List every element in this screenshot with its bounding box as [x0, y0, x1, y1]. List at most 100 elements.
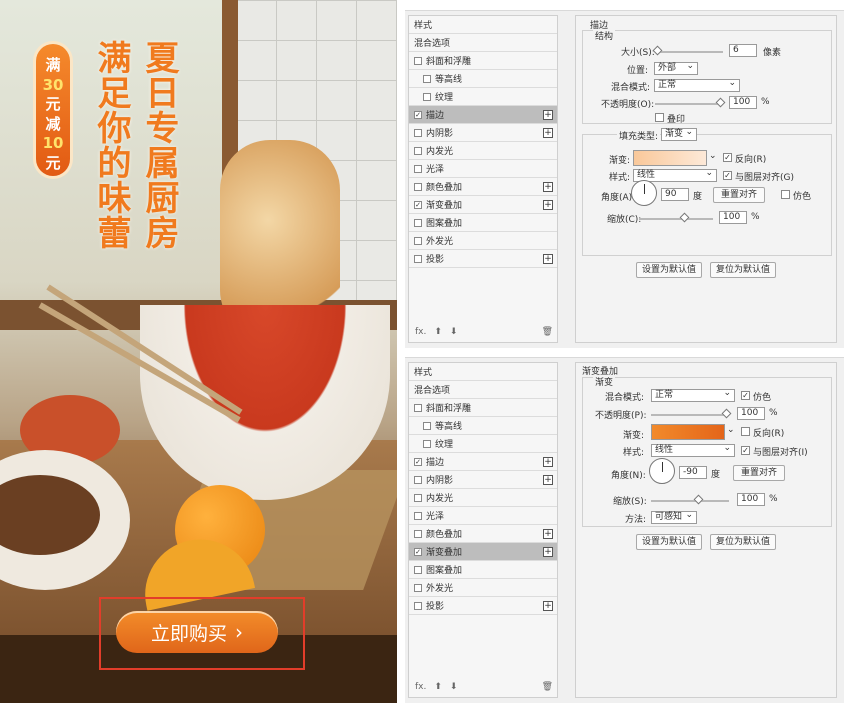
style-item[interactable]: 外发光 [409, 579, 557, 597]
style-item[interactable]: 图案叠加 [409, 214, 557, 232]
size-input[interactable]: 6 [729, 44, 757, 57]
opacity-input[interactable]: 100 [729, 96, 757, 109]
style-checkbox[interactable] [414, 511, 422, 520]
reset-align-button[interactable]: 重置对齐 [713, 187, 765, 203]
style-checkbox[interactable] [414, 128, 422, 137]
add-icon[interactable]: + [543, 601, 553, 611]
opacity-slider[interactable] [655, 97, 726, 108]
style-item[interactable]: 等高线 [409, 417, 557, 435]
fill-type-select[interactable]: 渐变 [661, 127, 697, 141]
style-item[interactable]: ✓ 描边 + [409, 106, 557, 124]
style-checkbox[interactable] [423, 74, 431, 83]
style-item[interactable]: ✓ 渐变叠加 + [409, 196, 557, 214]
style-checkbox[interactable] [414, 236, 422, 245]
move-up-icon[interactable]: ⬆ [434, 682, 442, 692]
style-checkbox[interactable] [414, 56, 422, 65]
add-icon[interactable]: + [543, 110, 553, 120]
add-icon[interactable]: + [543, 547, 553, 557]
style-item[interactable]: 样式 [409, 363, 557, 381]
reverse-checkbox[interactable]: ✓ [723, 153, 732, 162]
style-checkbox[interactable] [414, 182, 422, 191]
style-checkbox[interactable] [414, 601, 422, 610]
style-item[interactable]: 投影 + [409, 250, 557, 268]
style-checkbox[interactable] [414, 475, 422, 484]
add-icon[interactable]: + [543, 254, 553, 264]
gradient-swatch[interactable] [651, 424, 725, 440]
scale-slider[interactable] [639, 212, 713, 223]
add-icon[interactable]: + [543, 529, 553, 539]
style-checkbox[interactable] [423, 92, 431, 101]
reset-default-button[interactable]: 复位为默认值 [710, 534, 776, 550]
size-slider[interactable] [652, 45, 723, 56]
style-item[interactable]: 斜面和浮雕 [409, 52, 557, 70]
chevron-down-icon[interactable]: ⌄ [709, 151, 717, 161]
method-select[interactable]: 可感知 [651, 510, 697, 524]
angle-input[interactable]: 90 [661, 188, 689, 201]
style-item[interactable]: 颜色叠加 + [409, 178, 557, 196]
style-item[interactable]: 等高线 [409, 70, 557, 88]
opacity-input[interactable]: 100 [737, 407, 765, 420]
style-item[interactable]: 内阴影 + [409, 124, 557, 142]
style-checkbox[interactable] [414, 529, 422, 538]
dither-checkbox[interactable] [781, 190, 790, 199]
move-down-icon[interactable]: ⬇ [450, 682, 458, 692]
move-down-icon[interactable]: ⬇ [450, 327, 458, 337]
chevron-down-icon[interactable]: ⌄ [727, 425, 735, 435]
style-item[interactable]: 纹理 [409, 435, 557, 453]
style-item[interactable]: 纹理 [409, 88, 557, 106]
add-icon[interactable]: + [543, 200, 553, 210]
add-icon[interactable]: + [543, 182, 553, 192]
make-default-button[interactable]: 设置为默认值 [636, 262, 702, 278]
style-select[interactable]: 线性 [651, 443, 735, 457]
reset-default-button[interactable]: 复位为默认值 [710, 262, 776, 278]
blend-mode-select[interactable]: 正常 [651, 388, 735, 402]
style-item[interactable]: ✓ 渐变叠加 + [409, 543, 557, 561]
style-item[interactable]: 光泽 [409, 160, 557, 178]
style-item[interactable]: 内阴影 + [409, 471, 557, 489]
style-checkbox[interactable] [414, 146, 422, 155]
gradient-swatch[interactable] [633, 150, 707, 166]
style-item[interactable]: 混合选项 [409, 381, 557, 399]
blend-mode-select[interactable]: 正常 [654, 78, 740, 92]
trash-icon[interactable]: 🗑 [542, 682, 553, 692]
scale-slider[interactable] [651, 494, 729, 505]
style-checkbox[interactable] [414, 583, 422, 592]
style-checkbox[interactable] [423, 421, 431, 430]
style-checkbox[interactable] [423, 439, 431, 448]
add-icon[interactable]: + [543, 457, 553, 467]
dither-checkbox[interactable]: ✓ [741, 391, 750, 400]
style-item[interactable]: 样式 [409, 16, 557, 34]
style-checkbox[interactable] [414, 218, 422, 227]
style-item[interactable]: 内发光 [409, 142, 557, 160]
align-with-layer-checkbox[interactable]: ✓ [741, 446, 750, 455]
angle-dial[interactable] [649, 458, 675, 484]
style-item[interactable]: 图案叠加 [409, 561, 557, 579]
fx-icon[interactable]: fx. [415, 682, 426, 692]
angle-input[interactable]: -90 [679, 466, 707, 479]
reset-align-button[interactable]: 重置对齐 [733, 465, 785, 481]
angle-dial[interactable] [631, 180, 657, 206]
style-checkbox[interactable] [414, 403, 422, 412]
opacity-slider[interactable] [651, 408, 732, 419]
style-item[interactable]: 外发光 [409, 232, 557, 250]
scale-input[interactable]: 100 [737, 493, 765, 506]
scale-input[interactable]: 100 [719, 211, 747, 224]
style-checkbox[interactable]: ✓ [414, 110, 422, 119]
overprint-checkbox[interactable] [655, 113, 664, 122]
style-item[interactable]: 颜色叠加 + [409, 525, 557, 543]
style-item[interactable]: 光泽 [409, 507, 557, 525]
buy-now-button[interactable]: 立即购买 › [116, 611, 278, 653]
style-item[interactable]: ✓ 描边 + [409, 453, 557, 471]
style-item[interactable]: 投影 + [409, 597, 557, 615]
style-checkbox[interactable] [414, 164, 422, 173]
style-checkbox[interactable] [414, 254, 422, 263]
style-checkbox[interactable] [414, 493, 422, 502]
style-checkbox[interactable]: ✓ [414, 200, 422, 209]
make-default-button[interactable]: 设置为默认值 [636, 534, 702, 550]
reverse-checkbox[interactable] [741, 427, 750, 436]
style-checkbox[interactable]: ✓ [414, 547, 422, 556]
style-item[interactable]: 内发光 [409, 489, 557, 507]
style-item[interactable]: 斜面和浮雕 [409, 399, 557, 417]
add-icon[interactable]: + [543, 128, 553, 138]
move-up-icon[interactable]: ⬆ [434, 327, 442, 337]
